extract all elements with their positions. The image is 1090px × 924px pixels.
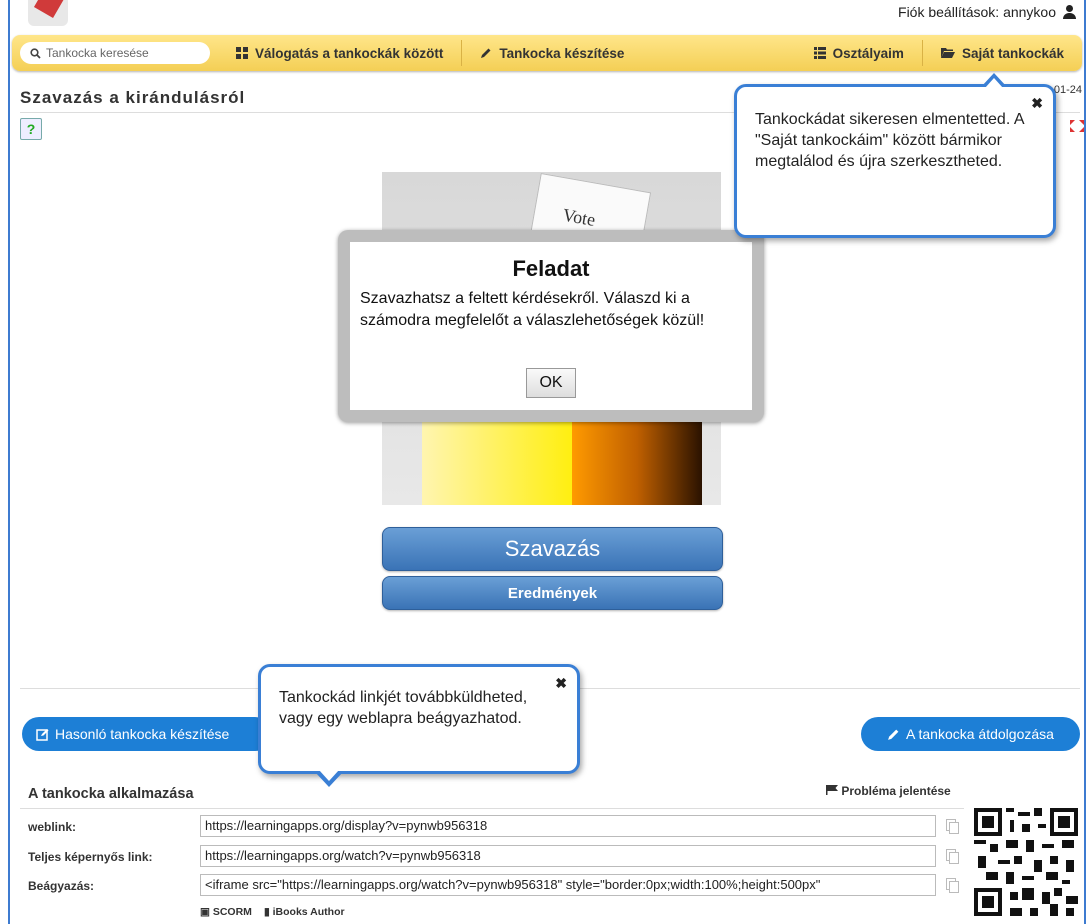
nav-browse-label: Válogatás a tankockák között xyxy=(255,45,444,61)
share-tooltip: ✖ Tankockád linkjét továbbküldheted, vag… xyxy=(258,664,580,787)
pencil-icon xyxy=(888,729,899,740)
grid-icon xyxy=(236,47,248,59)
usage-section-title: A tankocka alkalmazása xyxy=(28,786,194,802)
create-similar-button[interactable]: Hasonló tankocka készítése xyxy=(22,717,272,751)
ballot-box-right xyxy=(572,412,702,505)
copy-icon[interactable] xyxy=(946,849,959,864)
search-icon xyxy=(30,47,41,59)
creation-date: 01-24 xyxy=(1053,84,1082,96)
account-settings-link[interactable]: Fiók beállítások: annykoo xyxy=(898,4,1076,20)
book-icon: ▮ xyxy=(263,906,270,918)
vote-button[interactable]: Szavazás xyxy=(382,527,723,571)
briefcase-icon: ▣ xyxy=(200,906,210,918)
export-links: ▣ SCORM ▮ iBooks Author xyxy=(200,906,345,918)
account-label: Fiók beállítások: annykoo xyxy=(898,4,1056,20)
fullscreen-link-field[interactable]: https://learningapps.org/watch?v=pynwb95… xyxy=(200,845,936,867)
copy-icon[interactable] xyxy=(946,878,959,893)
logo-mark-icon xyxy=(28,0,68,26)
user-icon xyxy=(1062,5,1076,19)
ballot-text: Vote xyxy=(561,204,597,230)
task-dialog: Feladat Szavazhatsz a feltett kérdésekrő… xyxy=(338,230,764,422)
rework-app-button[interactable]: A tankocka átdolgozása xyxy=(861,717,1080,751)
share-tooltip-text: Tankockád linkjét továbbküldheted, vagy … xyxy=(279,689,528,727)
nav-my-classes[interactable]: Osztályaim xyxy=(796,40,922,66)
nav-my-apps[interactable]: Saját tankockák xyxy=(921,40,1082,66)
saved-tooltip: ✖ Tankockádat sikeresen elmentetted. A "… xyxy=(734,73,1056,238)
nav-classes-label: Osztályaim xyxy=(832,45,904,61)
fullscreen-link-label: Teljes képernyős link: xyxy=(28,850,153,864)
scorm-export-link[interactable]: ▣ SCORM xyxy=(200,906,252,918)
qr-code xyxy=(974,808,1078,916)
search-input[interactable]: Tankocka keresése xyxy=(20,42,210,64)
nav-create-label: Tankocka készítése xyxy=(499,45,625,61)
pencil-icon xyxy=(481,48,491,58)
main-nav-bar: Tankocka keresése Válogatás a tankockák … xyxy=(12,35,1082,71)
nav-browse-apps[interactable]: Válogatás a tankockák között xyxy=(218,40,461,66)
ibooks-export-link[interactable]: ▮ iBooks Author xyxy=(264,906,345,918)
create-similar-label: Hasonló tankocka készítése xyxy=(55,726,230,742)
list-icon xyxy=(813,47,826,59)
ok-button[interactable]: OK xyxy=(526,368,576,398)
weblink-field[interactable]: https://learningapps.org/display?v=pynwb… xyxy=(200,815,936,837)
rework-label: A tankocka átdolgozása xyxy=(906,726,1054,742)
report-problem-link[interactable]: Probléma jelentése xyxy=(826,784,951,798)
page-title: Szavazás a kirándulásról xyxy=(20,88,246,107)
results-button[interactable]: Eredmények xyxy=(382,576,723,610)
learningapps-logo[interactable] xyxy=(20,0,130,34)
report-problem-label: Probléma jelentése xyxy=(841,784,951,798)
help-icon[interactable]: ? xyxy=(20,118,42,140)
folder-icon xyxy=(940,48,955,58)
task-dialog-body: Feladat Szavazhatsz a feltett kérdésekrő… xyxy=(350,242,752,410)
task-dialog-title: Feladat xyxy=(512,256,590,281)
ibooks-label: iBooks Author xyxy=(272,906,345,918)
nav-my-apps-label: Saját tankockák xyxy=(961,45,1064,61)
task-dialog-text: Szavazhatsz a feltett kérdésekről. Válas… xyxy=(360,290,705,329)
close-icon[interactable]: ✖ xyxy=(1031,93,1043,114)
embed-label: Beágyazás: xyxy=(28,879,95,893)
edit-icon xyxy=(36,728,49,741)
divider xyxy=(20,808,964,809)
scorm-label: SCORM xyxy=(212,906,252,918)
nav-create-app[interactable]: Tankocka készítése xyxy=(461,40,642,66)
weblink-label: weblink: xyxy=(28,820,77,834)
flag-icon xyxy=(826,785,838,795)
ballot-box-left xyxy=(422,422,587,505)
close-icon[interactable]: ✖ xyxy=(555,673,567,694)
fullscreen-icon[interactable] xyxy=(1070,120,1084,134)
copy-icon[interactable] xyxy=(946,819,959,834)
search-placeholder: Tankocka keresése xyxy=(46,46,149,60)
saved-tooltip-text: Tankockádat sikeresen elmentetted. A "Sa… xyxy=(755,111,1024,170)
embed-code-field[interactable]: <iframe src="https://learningapps.org/wa… xyxy=(200,874,936,896)
